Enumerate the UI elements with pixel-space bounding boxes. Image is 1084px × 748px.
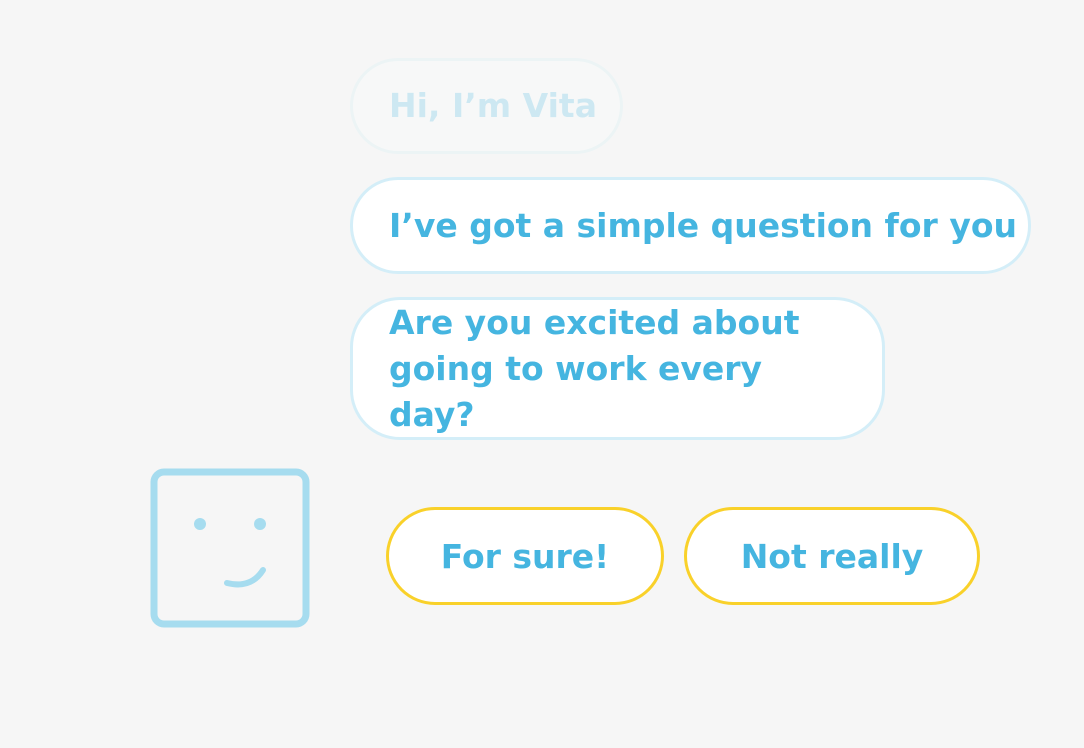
right-eye [254,518,266,530]
smile [224,567,266,588]
chat-bubble-greeting: Hi, I’m Vita [350,58,623,154]
not-really-button[interactable]: Not really [684,507,980,605]
bot-avatar [150,468,310,628]
intro-text: I’ve got a simple question for you [389,205,1017,245]
chat-bubble-question: Are you excited about going to work ever… [350,297,885,440]
question-text: Are you excited about going to work ever… [389,300,846,438]
question-line-2: going to work every day? [389,348,763,434]
greeting-text: Hi, I’m Vita [389,86,597,125]
chat-bubble-intro: I’ve got a simple question for you [350,177,1031,274]
question-line-1: Are you excited about [389,302,800,342]
for-sure-button[interactable]: For sure! [386,507,664,605]
left-eye [194,518,206,530]
smiley-face-icon [150,468,310,628]
